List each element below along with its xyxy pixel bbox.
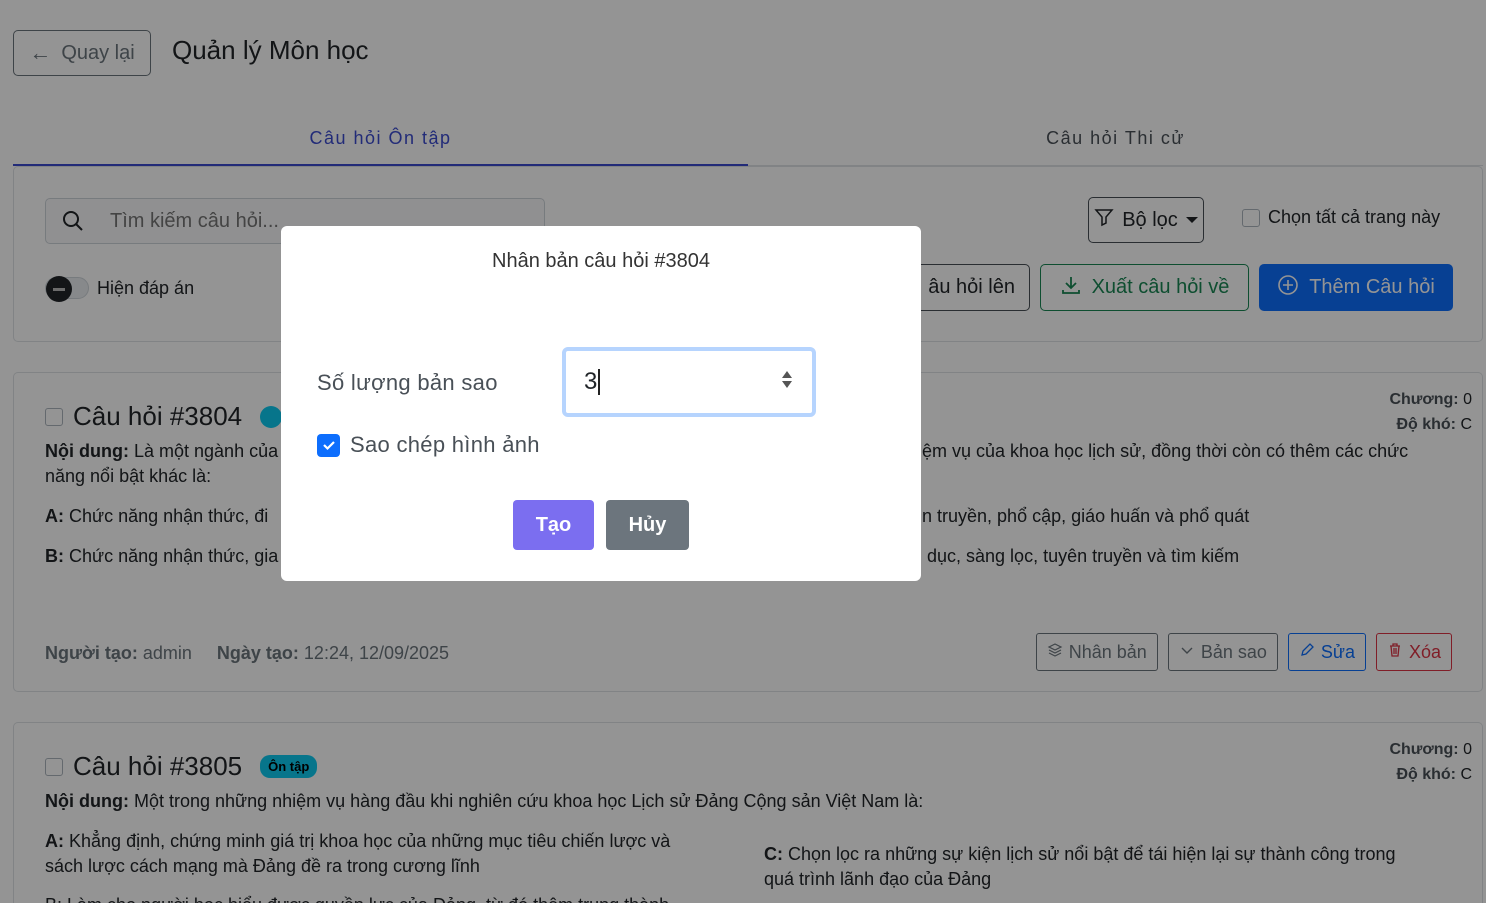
spin-up-icon[interactable]	[782, 371, 792, 378]
quantity-input[interactable]: 3	[562, 347, 816, 417]
copy-images-option[interactable]: Sao chép hình ảnh	[317, 432, 540, 458]
duplicate-modal: Nhân bản câu hỏi #3804 Số lượng bản sao …	[281, 226, 921, 581]
quantity-label: Số lượng bản sao	[317, 370, 498, 395]
modal-title: Nhân bản câu hỏi #3804	[492, 250, 710, 272]
quantity-stepper[interactable]	[782, 371, 792, 388]
text-cursor	[598, 369, 601, 395]
spin-down-icon[interactable]	[782, 381, 792, 388]
copy-images-checkbox[interactable]	[317, 433, 340, 457]
check-icon	[322, 441, 335, 451]
copy-images-label: Sao chép hình ảnh	[350, 432, 540, 457]
page: ← Quay lại Quản lý Môn học Câu hỏi Ôn tậ…	[0, 0, 1486, 903]
cancel-button[interactable]: Hủy	[606, 500, 689, 550]
create-button[interactable]: Tạo	[513, 500, 594, 550]
quantity-value: 3	[584, 368, 598, 395]
